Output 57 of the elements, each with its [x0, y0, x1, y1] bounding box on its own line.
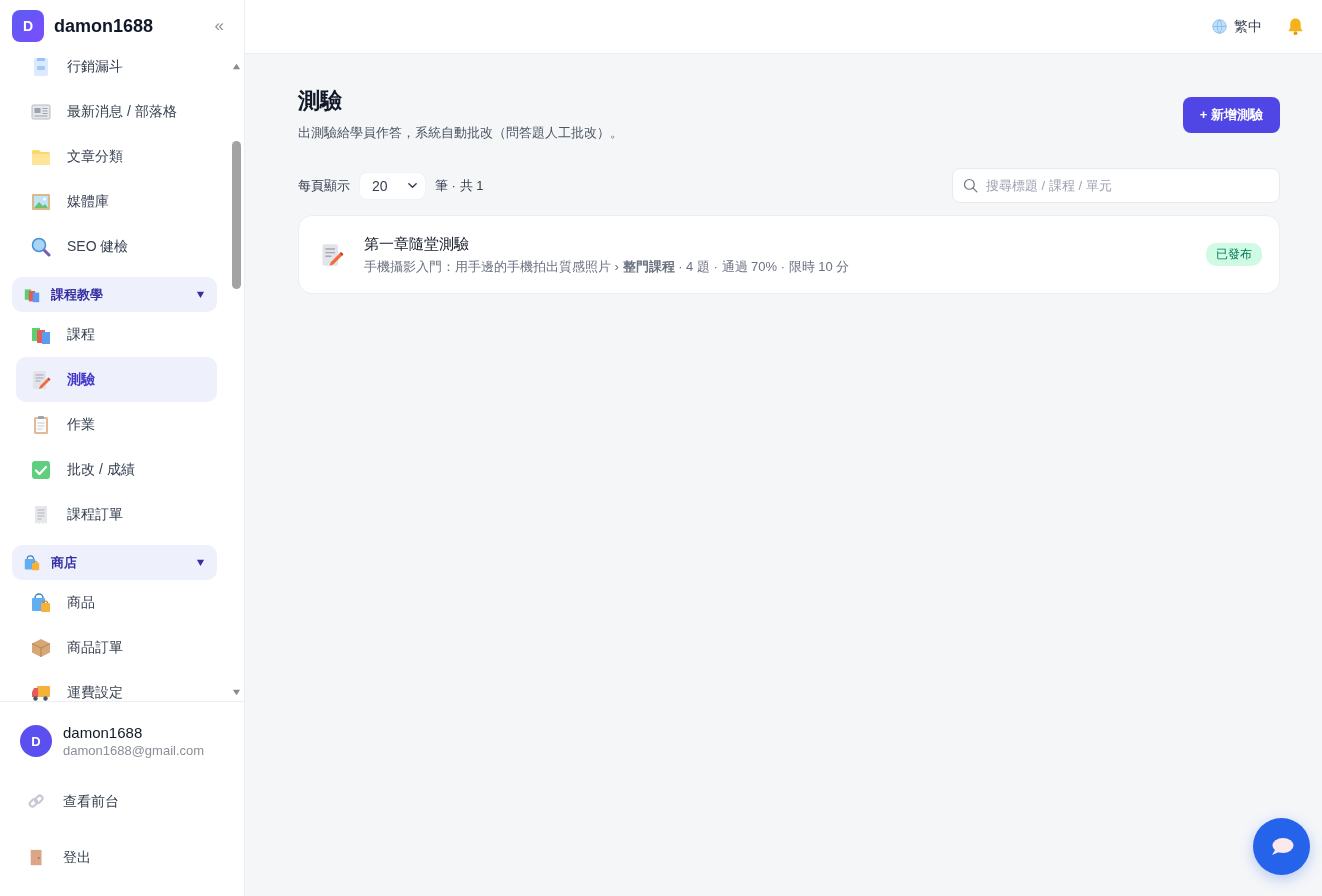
result-count: 筆 · 共 1 [435, 176, 484, 195]
nav-group-header[interactable]: 商店 [12, 545, 217, 580]
user-name: damon1688 [63, 724, 144, 741]
per-page-label: 每頁顯示 [298, 176, 350, 195]
nav-item[interactable]: 測驗 [16, 357, 217, 402]
memo-pencil-icon [31, 369, 51, 390]
user-email: damon1688@gmail.com [63, 743, 205, 758]
nav-item[interactable]: SEO 健檢 [16, 224, 217, 269]
footer-link[interactable]: 查看前台 [0, 774, 244, 830]
caret-icon [196, 558, 205, 567]
nav-item[interactable]: 媒體庫 [16, 179, 217, 224]
quiz-card[interactable]: 第一章隨堂測驗 手機攝影入門：用手邊的手機拍出質感照片 › 整門課程 · 4 題 · 通過 70% · 限時 10 分 已發布 [298, 215, 1280, 294]
quiz-title: 第一章隨堂測驗 [364, 233, 470, 254]
notification-button[interactable] [1286, 17, 1305, 36]
chevron-down-icon [407, 180, 418, 191]
nav-item[interactable]: 課程訂單 [16, 492, 217, 537]
shopping-bags-icon [31, 592, 51, 613]
globe-icon [1212, 19, 1227, 34]
footer-link[interactable]: 登出 [0, 830, 244, 886]
picture-icon [31, 191, 51, 212]
language-button[interactable]: 繁中 [1212, 17, 1262, 36]
nav-item[interactable]: 批改 / 成績 [16, 447, 217, 492]
nav-item[interactable]: 運費設定 [16, 670, 217, 701]
search-icon [963, 178, 978, 193]
books-icon [24, 286, 40, 303]
logo-tile: D [12, 10, 44, 42]
search-field[interactable]: 搜尋標題 / 課程 / 單元 [952, 168, 1280, 203]
document-icon [31, 56, 51, 77]
shopping-bags-icon [24, 554, 40, 571]
nav-item[interactable]: 商品 [16, 580, 217, 625]
package-icon [31, 637, 51, 658]
nav-item[interactable]: 行銷漏斗 [16, 52, 217, 89]
nav-item[interactable]: 最新消息 / 部落格 [16, 89, 217, 134]
new-quiz-button[interactable]: + 新增測驗 [1182, 97, 1280, 133]
brand-name: damon1688 [54, 15, 155, 37]
memo-pencil-icon [320, 242, 344, 267]
page-title: 測驗 [298, 87, 343, 115]
newspaper-icon [31, 101, 51, 122]
scroll-up-icon [232, 62, 241, 71]
check-icon [31, 459, 51, 480]
nav-item[interactable]: 作業 [16, 402, 217, 447]
caret-icon [196, 290, 205, 299]
magnifier-icon [31, 236, 51, 257]
scrollbar-thumb[interactable] [232, 141, 241, 289]
status-badge: 已發布 [1206, 243, 1262, 266]
clipboard-icon [31, 414, 51, 435]
page-subtitle: 出測驗給學員作答，系統自動批改（問答題人工批改）。 [298, 124, 623, 142]
nav-item[interactable]: 商品訂單 [16, 625, 217, 670]
user-avatar: D [20, 725, 52, 757]
scroll-down-icon [232, 688, 241, 697]
link-icon [28, 793, 46, 811]
quiz-meta: 手機攝影入門：用手邊的手機拍出質感照片 › 整門課程 · 4 題 · 通過 70% · 限時 10 分 [364, 257, 851, 276]
nav-group-header[interactable]: 課程教學 [12, 277, 217, 312]
nav-item[interactable]: 課程 [16, 312, 217, 357]
nav-item[interactable]: 文章分類 [16, 134, 217, 179]
per-page-select[interactable]: 20 [359, 171, 426, 200]
bell-icon [1286, 17, 1305, 36]
